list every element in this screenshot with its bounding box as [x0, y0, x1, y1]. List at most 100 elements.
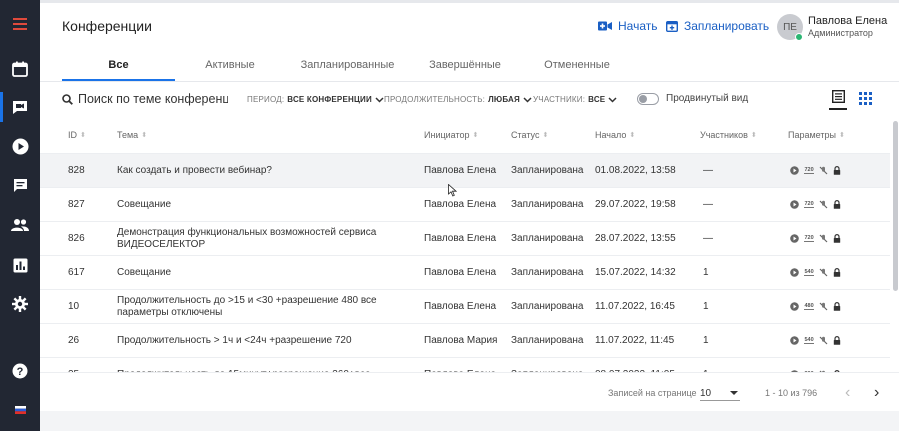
sidebar-item-calendar[interactable] — [0, 51, 40, 87]
list-view-button[interactable] — [829, 90, 847, 110]
chevron-down-icon — [523, 96, 532, 103]
conference-icon — [13, 100, 27, 114]
help-icon: ? — [12, 363, 28, 379]
sidebar-item-settings[interactable] — [0, 286, 40, 322]
mic-off-icon — [819, 200, 828, 209]
cell-participants: 1 — [703, 267, 709, 278]
tab-finished[interactable]: Завершённые — [415, 59, 515, 71]
tab-all[interactable]: Все — [62, 59, 175, 71]
user-name[interactable]: Павлова Елена — [808, 15, 887, 27]
sidebar-item-conferences[interactable] — [0, 89, 40, 125]
cell-status: Запланирована — [511, 199, 584, 210]
duration-filter[interactable]: ПРОДОЛЖИТЕЛЬНОСТЬ: ЛЮБАЯ — [384, 95, 532, 104]
search-icon — [62, 94, 73, 105]
cell-initiator: Павлова Елена — [424, 267, 497, 278]
video-camera-icon — [598, 21, 612, 31]
column-header-start[interactable]: Начало ⬍ — [595, 130, 635, 140]
chevron-down-icon — [608, 96, 617, 103]
table-row[interactable]: 25Продолжительность до 15минут+разрешени… — [40, 358, 890, 372]
schedule-conference-button[interactable]: Запланировать — [666, 19, 769, 33]
table-row[interactable]: 827 Совещание Павлова Елена Запланирована 29… — [40, 188, 890, 222]
mic-off-icon — [819, 336, 828, 345]
resolution-badge: 540 — [804, 269, 815, 276]
conferences-panel: Все Активные Запланированные Завершённые… — [40, 49, 899, 411]
rows-per-page-select[interactable]: 10 — [700, 384, 740, 401]
header: Конференции Начать Запланировать ПЕ Павл… — [40, 3, 899, 49]
resolution-badge: 540 — [804, 337, 815, 344]
chevron-left-icon: ‹ — [845, 384, 851, 401]
sidebar-item-chat[interactable] — [0, 167, 40, 203]
sort-icon: ⬍ — [542, 132, 549, 139]
cell-topic: Как создать и провести вебинар? — [117, 165, 272, 176]
start-conference-button[interactable]: Начать — [598, 19, 658, 33]
recording-play-icon — [790, 166, 799, 175]
grid-view-button[interactable] — [859, 92, 872, 110]
tab-cancelled[interactable]: Отмененные — [527, 59, 627, 71]
table-row[interactable]: 26 Продолжительность > 1ч и <24ч +разреше… — [40, 324, 890, 358]
column-header-initiator[interactable]: Инициатор ⬍ — [424, 130, 478, 140]
column-header-topic[interactable]: Тема ⬍ — [117, 130, 147, 140]
cell-status: Запланирована — [511, 301, 584, 312]
tab-scheduled[interactable]: Запланированные — [290, 59, 405, 71]
sidebar-item-users[interactable] — [0, 207, 40, 243]
advanced-view-label: Продвинутый вид — [666, 93, 749, 104]
column-header-parameters[interactable]: Параметры ⬍ — [788, 130, 845, 140]
sort-icon: ⬍ — [141, 132, 148, 139]
active-tab-indicator — [62, 79, 175, 81]
prev-page-button[interactable]: ‹ — [845, 384, 850, 402]
cell-topic: Совещание — [117, 199, 172, 210]
user-role: Администратор — [808, 28, 873, 38]
cell-start: 11.07.2022, 16:45 — [595, 301, 675, 312]
conferences-table: ID ⬍ Тема ⬍ Инициатор ⬍ Статус ⬍ Начало ⬍ Уча… — [40, 116, 890, 154]
start-label: Начать — [618, 19, 658, 33]
table-row[interactable]: 10 Продолжительность до >15 и <30 +разреш… — [40, 290, 890, 324]
tab-active[interactable]: Активные — [180, 59, 280, 71]
table-row[interactable]: 828 Как создать и провести вебинар? Павлов… — [40, 154, 890, 188]
cell-participants: — — [703, 199, 713, 210]
chevron-right-icon: › — [874, 384, 880, 401]
cell-topic: Совещание — [117, 267, 172, 278]
sidebar-item-statistics[interactable] — [0, 247, 40, 283]
table-scrollbar[interactable] — [893, 121, 898, 291]
cell-initiator: Павлова Елена — [424, 165, 497, 176]
recording-play-icon — [790, 302, 799, 311]
menu-button[interactable] — [0, 6, 40, 42]
schedule-label: Запланировать — [684, 19, 770, 33]
cell-parameters: 720 — [790, 200, 841, 209]
table-row[interactable]: 617 Совещание Павлова Елена Запланирована 15… — [40, 256, 890, 290]
column-header-id[interactable]: ID ⬍ — [68, 130, 86, 140]
search-input[interactable] — [78, 89, 228, 109]
mic-off-icon — [819, 166, 828, 175]
cell-start: 11.07.2022, 11:45 — [595, 335, 675, 346]
table-row[interactable]: 826 Демонстрация функциональных возможнос… — [40, 222, 890, 256]
period-filter-label: ПЕРИОД: — [247, 95, 285, 104]
gear-icon — [12, 296, 28, 312]
column-header-participants[interactable]: Участников ⬍ — [700, 130, 757, 140]
mic-off-icon — [819, 234, 828, 243]
next-page-button[interactable]: › — [874, 384, 879, 402]
column-header-status[interactable]: Статус ⬍ — [511, 130, 548, 140]
table-body: 828 Как создать и провести вебинар? Павлов… — [40, 154, 890, 372]
sidebar-item-recordings[interactable] — [0, 128, 40, 164]
recording-play-icon — [790, 234, 799, 243]
participants-filter[interactable]: УЧАСТНИКИ: ВСЕ — [533, 95, 617, 104]
recording-play-icon — [790, 200, 799, 209]
cell-participants: 1 — [703, 301, 709, 312]
language-switch[interactable] — [0, 392, 40, 428]
cell-parameters: 720 — [790, 166, 841, 175]
sidebar-item-help[interactable]: ? — [0, 353, 40, 389]
advanced-view-toggle[interactable] — [637, 93, 659, 105]
lock-icon — [833, 166, 841, 175]
resolution-badge: 720 — [804, 235, 815, 242]
svg-text:?: ? — [17, 366, 24, 378]
cell-status: Запланирована — [511, 233, 584, 244]
chevron-down-icon — [375, 96, 384, 103]
pagination: Записей на странице 10 1 - 10 из 796 ‹ › — [40, 372, 899, 411]
calendar-plus-icon — [666, 21, 678, 32]
rows-per-page-value: 10 — [700, 388, 712, 399]
resolution-badge: 480 — [804, 303, 815, 310]
lock-icon — [833, 200, 841, 209]
cell-topic: Демонстрация функциональных возможностей… — [117, 227, 377, 250]
cell-start: 28.07.2022, 13:55 — [595, 233, 676, 244]
period-filter[interactable]: ПЕРИОД: ВСЕ КОНФЕРЕНЦИИ — [247, 95, 384, 104]
